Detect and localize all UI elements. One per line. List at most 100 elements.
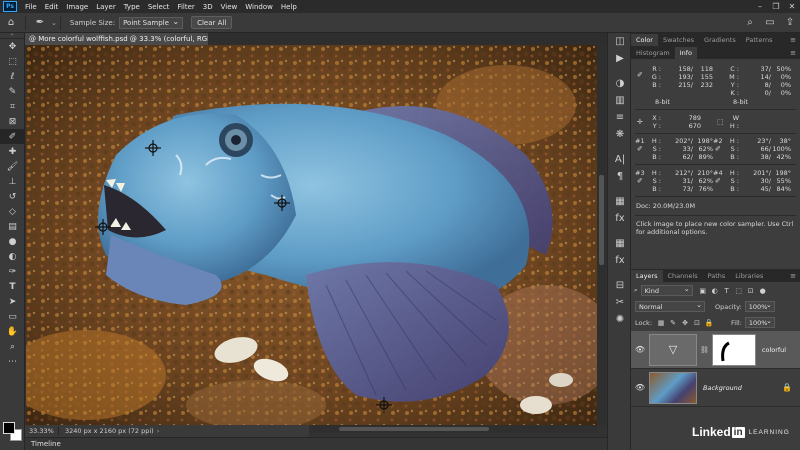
lasso-icon[interactable]: ℓ: [0, 69, 25, 84]
layer-row-colorful[interactable]: 👁 ▽ ⛓ colorful: [631, 331, 800, 369]
zoom-icon[interactable]: ⌕: [0, 339, 25, 354]
color-sampler-tool-icon[interactable]: ✒: [29, 14, 51, 32]
menu-help[interactable]: Help: [277, 3, 301, 11]
navigator-panel-icon[interactable]: ✺: [608, 311, 632, 328]
lock-transparency-icon[interactable]: ▦: [655, 319, 667, 327]
sampler-2-eyedropper-icon[interactable]: ✐: [715, 145, 721, 153]
tool-preset-chevron-icon[interactable]: ⌄: [51, 19, 57, 27]
glyphs-panel-icon[interactable]: ▦: [608, 193, 632, 210]
history-brush-icon[interactable]: ↺: [0, 189, 25, 204]
type-icon[interactable]: T: [0, 279, 25, 294]
libraries-panel-icon[interactable]: ▥: [608, 92, 632, 109]
home-icon[interactable]: ⌂: [0, 14, 22, 32]
filter-type-icon[interactable]: T: [721, 287, 733, 295]
paragraph-panel-icon[interactable]: ¶: [608, 168, 632, 185]
layer-name[interactable]: Background: [703, 384, 742, 392]
fx-panel-icon[interactable]: fx: [608, 210, 632, 227]
minimize-icon[interactable]: –: [752, 2, 768, 11]
timeline-panel-tab[interactable]: Timeline: [25, 437, 608, 450]
adjustments-panel-icon[interactable]: ◑: [608, 75, 632, 92]
quick-select-icon[interactable]: ✎: [0, 84, 25, 99]
lock-position-icon[interactable]: ✥: [679, 319, 691, 327]
horizontal-scroll-thumb[interactable]: [339, 427, 489, 431]
menu-layer[interactable]: Layer: [92, 3, 120, 11]
panel-menu-icon[interactable]: ≡: [790, 34, 800, 46]
menu-type[interactable]: Type: [120, 3, 144, 11]
sample-size-select[interactable]: Point Sample: [119, 16, 184, 29]
pen-icon[interactable]: ✑: [0, 264, 25, 279]
move-icon[interactable]: ✥: [0, 39, 25, 54]
tab-patterns[interactable]: Patterns: [741, 34, 778, 46]
panel-menu-icon[interactable]: ≡: [790, 270, 800, 282]
blend-mode-select[interactable]: Normal: [635, 300, 705, 312]
brush-icon[interactable]: 🖌: [0, 159, 25, 174]
marquee-icon[interactable]: ⬚: [0, 54, 25, 69]
clone-stamp-icon[interactable]: ⊥: [0, 174, 25, 189]
eyedropper-icon[interactable]: ✐: [0, 129, 25, 144]
hand-icon[interactable]: ✋: [0, 324, 25, 339]
sampler-3-eyedropper-icon[interactable]: ✐: [637, 177, 643, 185]
actions-panel-icon[interactable]: ▶: [608, 50, 632, 67]
tab-info[interactable]: Info: [674, 47, 698, 59]
filter-smart-object-icon[interactable]: ⊡: [745, 287, 757, 295]
more-tools-icon[interactable]: ⋯: [0, 354, 25, 369]
layer-name[interactable]: colorful: [762, 346, 786, 354]
menu-edit[interactable]: Edit: [41, 3, 63, 11]
layer-mask-thumbnail[interactable]: [711, 333, 756, 366]
history-panel-icon[interactable]: ◫: [608, 33, 632, 50]
sampler-1-eyedropper-icon[interactable]: ✐: [637, 145, 643, 153]
tab-color[interactable]: Color: [631, 34, 658, 46]
link-icon[interactable]: ⛓: [700, 346, 709, 354]
healing-icon[interactable]: ✚: [0, 144, 25, 159]
layer-row-background[interactable]: 👁 Background 🔒: [631, 369, 800, 407]
lock-all-icon[interactable]: 🔒: [703, 319, 715, 327]
lock-artboard-icon[interactable]: ⊡: [691, 319, 703, 327]
tab-libraries[interactable]: Libraries: [730, 270, 768, 282]
lock-pixels-icon[interactable]: ✎: [667, 319, 679, 327]
filter-pixel-icon[interactable]: ▣: [697, 287, 709, 295]
frame-icon[interactable]: ⊠: [0, 114, 25, 129]
menu-view[interactable]: View: [217, 3, 242, 11]
visibility-eye-icon[interactable]: 👁: [631, 345, 649, 354]
menu-file[interactable]: File: [21, 3, 41, 11]
character-panel-icon[interactable]: A|: [608, 151, 632, 168]
rectangle-icon[interactable]: ▭: [0, 309, 25, 324]
sampler-4-eyedropper-icon[interactable]: ✐: [715, 177, 721, 185]
zoom-level[interactable]: 33.33%: [25, 427, 59, 435]
clear-all-button[interactable]: Clear All: [191, 16, 233, 29]
channels-panel-icon[interactable]: ⊟: [608, 277, 632, 294]
dodge-icon[interactable]: ◐: [0, 249, 25, 264]
horizontal-scrollbar[interactable]: [309, 425, 597, 433]
eraser-icon[interactable]: ◇: [0, 204, 25, 219]
gradient-icon[interactable]: ▤: [0, 219, 25, 234]
swatches-panel-icon[interactable]: ▦: [608, 235, 632, 252]
menu-window[interactable]: Window: [241, 3, 277, 11]
styles-panel-icon[interactable]: fx: [608, 252, 632, 269]
color-swatches[interactable]: [3, 422, 23, 442]
panel-menu-icon[interactable]: ≡: [790, 47, 800, 59]
path-select-icon[interactable]: ➤: [0, 294, 25, 309]
menu-select[interactable]: Select: [144, 3, 174, 11]
tab-gradients[interactable]: Gradients: [699, 34, 741, 46]
tab-layers[interactable]: Layers: [631, 270, 663, 282]
blur-icon[interactable]: ●: [0, 234, 25, 249]
document-canvas[interactable]: [26, 45, 597, 425]
maximize-icon[interactable]: ❐: [768, 2, 784, 11]
filter-adjustment-icon[interactable]: ◐: [709, 287, 721, 295]
tab-histogram[interactable]: Histogram: [631, 47, 675, 59]
tab-swatches[interactable]: Swatches: [658, 34, 699, 46]
menu-3d[interactable]: 3D: [199, 3, 217, 11]
workspace-icon[interactable]: ▭: [760, 17, 780, 28]
opacity-input[interactable]: 100%: [744, 300, 775, 312]
filter-kind-select[interactable]: Kind: [640, 284, 693, 296]
crop-icon[interactable]: ⌗: [0, 99, 25, 114]
brush-settings-icon[interactable]: ❋: [608, 126, 632, 143]
filter-toggle-icon[interactable]: ●: [757, 287, 769, 295]
document-tab[interactable]: @ More colorful wolffish.psd @ 33.3% (co…: [25, 33, 239, 45]
visibility-eye-icon[interactable]: 👁: [631, 383, 649, 392]
menu-filter[interactable]: Filter: [173, 3, 198, 11]
filter-shape-icon[interactable]: ⬚: [733, 287, 745, 295]
share-icon[interactable]: ⇪: [780, 17, 800, 28]
tab-paths[interactable]: Paths: [703, 270, 731, 282]
foreground-color-swatch[interactable]: [3, 422, 15, 434]
